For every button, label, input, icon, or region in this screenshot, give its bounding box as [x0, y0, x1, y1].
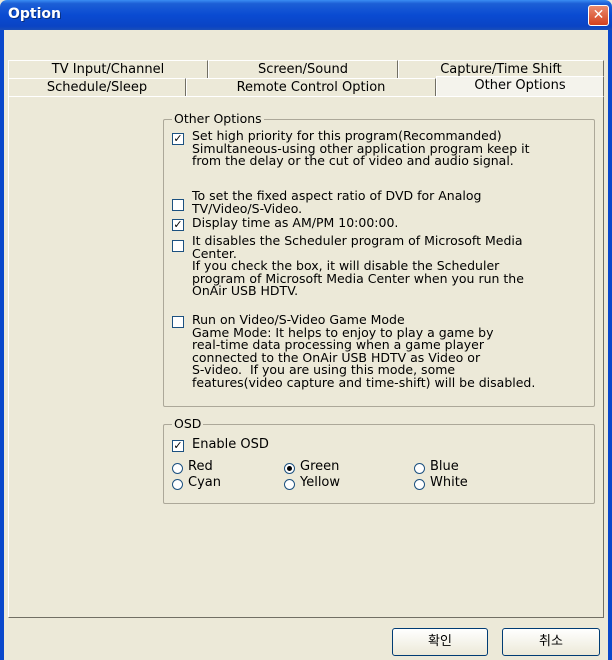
other-options-group-title: Other Options — [172, 111, 264, 126]
window-frame-right — [608, 30, 612, 660]
osd-color-blue-label: Blue — [430, 459, 459, 474]
tab-remote-control-option[interactable]: Remote Control Option — [186, 78, 436, 96]
close-button[interactable]: ✕ — [588, 5, 609, 26]
osd-color-cyan-radio[interactable] — [172, 479, 183, 490]
high-priority-checkbox[interactable]: ✓ — [172, 133, 184, 145]
tab-panel: Other Options ✓ Set high priority for th… — [8, 96, 604, 618]
ok-button[interactable]: 확인 — [392, 628, 488, 656]
window-title: Option — [8, 6, 61, 22]
osd-color-white-label: White — [430, 475, 468, 490]
osd-color-green-label: Green — [300, 459, 340, 474]
osd-color-white-radio[interactable] — [414, 479, 425, 490]
high-priority-label: Set high priority for this program(Recom… — [192, 128, 530, 168]
osd-color-green-radio[interactable] — [284, 463, 295, 474]
osd-group: OSD ✓ Enable OSD Red Green Blue Cyan Yel… — [163, 416, 595, 504]
am-pm-time-checkbox[interactable]: ✓ — [172, 219, 184, 231]
option-dialog: Option ✕ TV Input/Channel Screen/Sound C… — [0, 0, 612, 660]
disable-scheduler-checkbox[interactable] — [172, 240, 184, 252]
check-mark-icon: ✓ — [173, 218, 183, 231]
disable-scheduler-label: It disables the Scheduler program of Mic… — [192, 233, 524, 298]
check-mark-icon: ✓ — [173, 439, 183, 452]
osd-color-blue-radio[interactable] — [414, 463, 425, 474]
game-mode-checkbox[interactable] — [172, 316, 184, 328]
osd-color-red-label: Red — [188, 459, 213, 474]
title-bar[interactable]: Option ✕ — [0, 0, 612, 30]
enable-osd-checkbox[interactable]: ✓ — [172, 440, 184, 452]
enable-osd-label: Enable OSD — [192, 437, 269, 452]
game-mode-label: Run on Video/S-Video Game Mode Game Mode… — [192, 312, 536, 390]
cancel-button[interactable]: 취소 — [502, 628, 600, 656]
other-options-group: Other Options ✓ Set high priority for th… — [163, 111, 595, 407]
osd-color-yellow-radio[interactable] — [284, 479, 295, 490]
tab-tv-input-channel[interactable]: TV Input/Channel — [8, 60, 208, 78]
tab-other-options[interactable]: Other Options — [436, 76, 604, 96]
fixed-aspect-ratio-label: To set the fixed aspect ratio of DVD for… — [192, 188, 482, 216]
fixed-aspect-ratio-checkbox[interactable] — [172, 199, 184, 211]
osd-color-red-radio[interactable] — [172, 463, 183, 474]
tab-schedule-sleep[interactable]: Schedule/Sleep — [8, 78, 186, 96]
tab-row-2: Schedule/Sleep Remote Control Option Oth… — [8, 76, 604, 96]
am-pm-time-label: Display time as AM/PM 10:00:00. — [192, 215, 399, 230]
window-frame-left — [0, 30, 4, 660]
tab-screen-sound[interactable]: Screen/Sound — [208, 60, 398, 78]
check-mark-icon: ✓ — [173, 132, 183, 145]
osd-color-cyan-label: Cyan — [188, 475, 221, 490]
osd-group-title: OSD — [172, 416, 204, 431]
osd-color-yellow-label: Yellow — [300, 475, 341, 490]
